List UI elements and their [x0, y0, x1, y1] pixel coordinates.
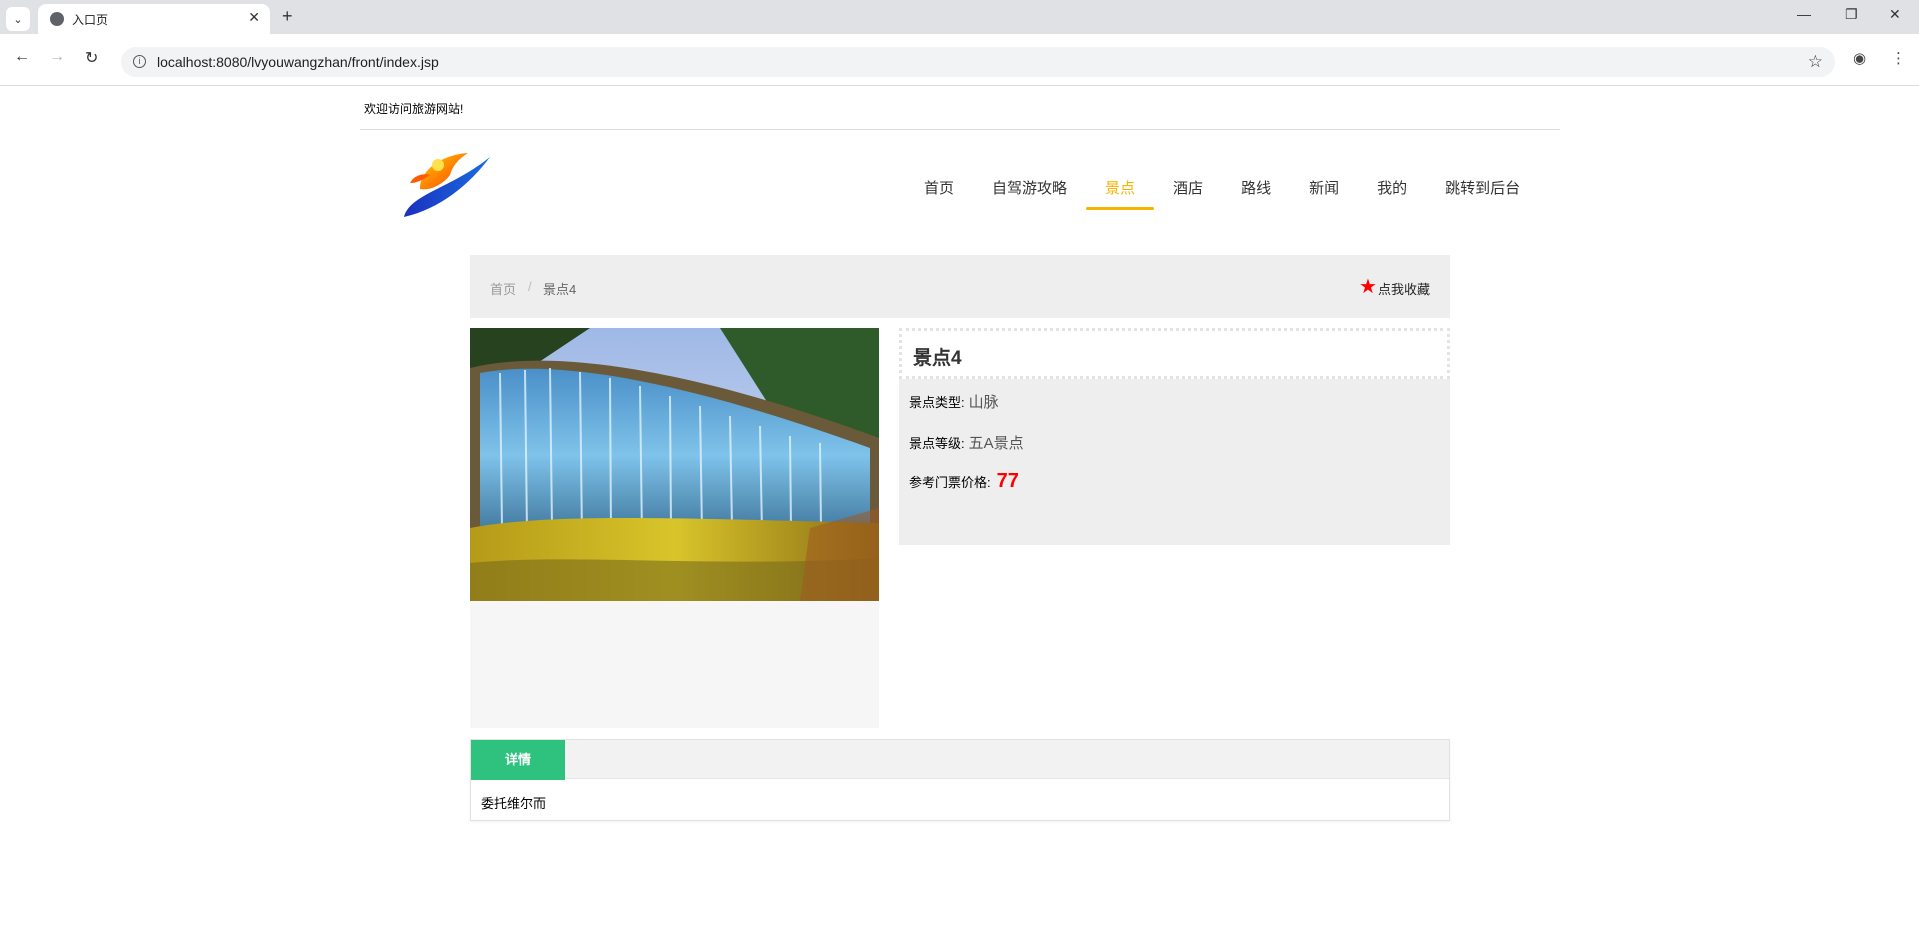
attraction-type-label: 景点类型: — [909, 395, 965, 410]
nav-admin[interactable]: 跳转到后台 — [1426, 180, 1539, 210]
url-text[interactable]: localhost:8080/lvyouwangzhan/front/index… — [157, 54, 439, 70]
tab-search-button[interactable]: ⌄ — [6, 7, 30, 31]
site-logo[interactable] — [400, 149, 492, 219]
attraction-photo — [470, 328, 879, 601]
bookmark-star-icon[interactable]: ☆ — [1808, 52, 1823, 72]
favorite-label: 点我收藏 — [1377, 282, 1430, 297]
ticket-price-value: 77 — [996, 470, 1019, 492]
browser-tab-bar: ⌄ 入口页 ✕ + — ❐ ✕ — [0, 0, 1919, 34]
favorite-button[interactable]: ★ 点我收藏 — [1359, 276, 1430, 298]
more-menu-icon[interactable]: ⋮ — [1891, 49, 1906, 67]
attraction-level-label: 景点等级: — [909, 436, 965, 451]
breadcrumb-separator: / — [528, 279, 532, 294]
details-content: 委托维尔而 — [481, 796, 547, 811]
back-button[interactable]: ← — [14, 48, 30, 66]
attraction-type-row: 景点类型: 山脉 — [909, 391, 999, 412]
attraction-level-value: 五A景点 — [968, 435, 1024, 452]
nav-routes[interactable]: 路线 — [1222, 180, 1290, 210]
nav-home[interactable]: 首页 — [905, 180, 973, 210]
forward-button[interactable]: → — [49, 48, 65, 66]
details-tab-bar: 详情 — [471, 740, 1449, 780]
attraction-name: 景点4 — [913, 348, 962, 369]
nav-news[interactable]: 新闻 — [1290, 180, 1358, 210]
attraction-info: 景点类型: 山脉 景点等级: 五A景点 参考门票价格: 77 — [899, 379, 1450, 545]
nav-hotels[interactable]: 酒店 — [1154, 180, 1222, 210]
tab-title: 入口页 — [72, 13, 109, 27]
welcome-text: 欢迎访问旅游网站! — [364, 102, 464, 116]
reload-button[interactable]: ↻ — [85, 48, 98, 68]
close-tab-icon[interactable]: ✕ — [248, 9, 260, 26]
browser-toolbar: ← → ↻ i localhost:8080/lvyouwangzhan/fro… — [0, 34, 1919, 86]
details-panel: 详情 委托维尔而 — [470, 739, 1450, 821]
star-icon: ★ — [1359, 276, 1377, 298]
top-bar: 欢迎访问旅游网站! — [360, 87, 1560, 130]
profile-icon[interactable]: ◉ — [1853, 49, 1866, 67]
breadcrumb: 首页 / 景点4 ★ 点我收藏 — [470, 255, 1450, 318]
address-bar[interactable]: i localhost:8080/lvyouwangzhan/front/ind… — [121, 47, 1835, 77]
close-window-button[interactable]: ✕ — [1889, 6, 1901, 23]
nav-self-drive-guide[interactable]: 自驾游攻略 — [973, 180, 1086, 210]
attraction-price-row: 参考门票价格: 77 — [909, 470, 1019, 493]
site-info-icon[interactable]: i — [133, 55, 146, 68]
nav-attractions[interactable]: 景点 — [1086, 180, 1155, 210]
globe-icon — [50, 12, 64, 26]
nav-mine[interactable]: 我的 — [1358, 180, 1426, 210]
new-tab-button[interactable]: + — [282, 6, 293, 27]
attraction-type-value: 山脉 — [968, 394, 999, 411]
page: 欢迎访问旅游网站! 首页 自驾游攻略 景点 酒店 路线 新闻 我的 跳转到后台 … — [0, 87, 1919, 937]
attraction-title-box: 景点4 — [899, 328, 1450, 379]
main-nav: 首页 自驾游攻略 景点 酒店 路线 新闻 我的 跳转到后台 — [905, 180, 1539, 210]
attraction-level-row: 景点等级: 五A景点 — [909, 432, 1024, 453]
browser-tab[interactable]: 入口页 ✕ — [38, 4, 270, 34]
tab-details[interactable]: 详情 — [471, 740, 565, 780]
minimize-window-button[interactable]: — — [1797, 6, 1811, 22]
restore-window-button[interactable]: ❐ — [1845, 6, 1858, 23]
attraction-image-panel — [470, 328, 879, 728]
ticket-price-label: 参考门票价格: — [909, 475, 991, 490]
breadcrumb-home-link[interactable]: 首页 — [490, 279, 516, 298]
breadcrumb-current: 景点4 — [543, 282, 577, 297]
